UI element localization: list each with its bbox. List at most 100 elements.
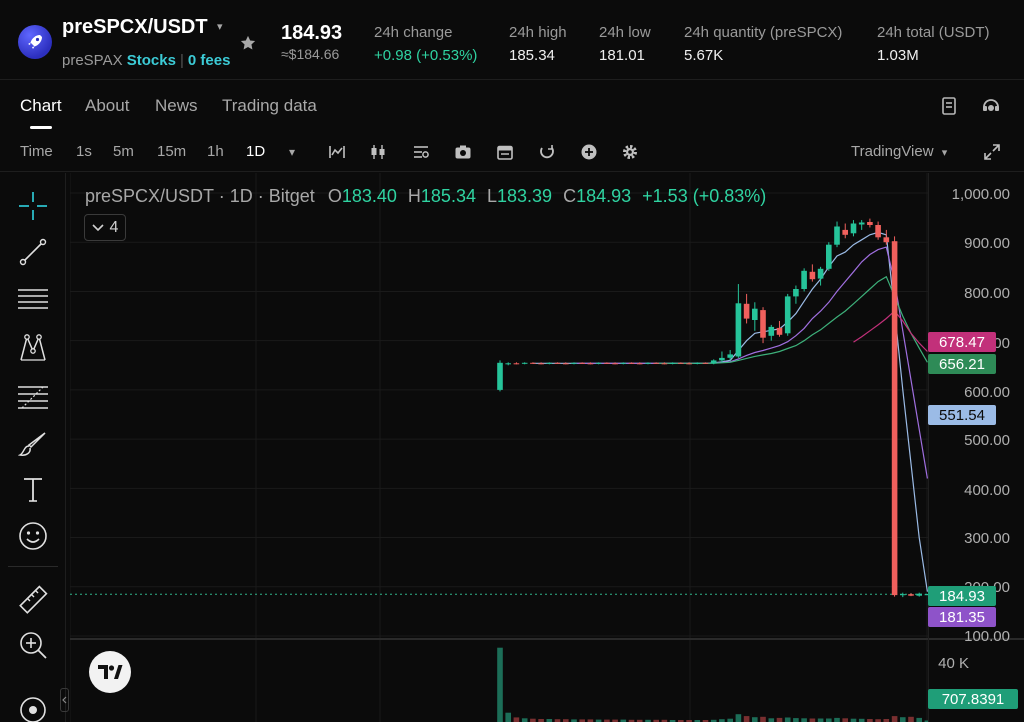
gear-icon[interactable] [621, 143, 639, 161]
calendar-icon[interactable] [496, 143, 514, 161]
chevron-down-icon: ▾ [941, 147, 948, 159]
price-chart[interactable] [70, 173, 928, 638]
ma-price-tag: 678.47 [928, 332, 996, 352]
volume-bar [817, 718, 824, 722]
stat-label: 24h change [374, 24, 453, 41]
trendline-tool[interactable] [16, 235, 50, 269]
candle-body [752, 308, 758, 320]
candle-body [793, 289, 799, 297]
fullscreen-icon[interactable] [983, 143, 1001, 161]
candle-body [776, 327, 783, 335]
notebook-icon[interactable] [941, 97, 957, 115]
stat-value: 185.34 [509, 47, 555, 64]
candle-body [875, 225, 881, 238]
ma-price-tag: 551.54 [928, 405, 996, 425]
candle [571, 362, 577, 365]
volume-pane[interactable] [70, 640, 928, 722]
candle [579, 362, 585, 364]
stat-24h-high: 24h high 185.34 [509, 24, 567, 64]
support-agent-icon[interactable] [981, 96, 1001, 116]
candle [760, 307, 766, 344]
tab-about[interactable]: About [85, 96, 129, 116]
candle-body [908, 594, 914, 596]
legend-low: 183.39 [497, 186, 553, 206]
tradingview-logo[interactable] [89, 651, 131, 693]
section-tabs: Chart About News Trading data [0, 80, 1024, 132]
token-logo [18, 25, 52, 59]
pair-dropdown-icon[interactable]: ▾ [217, 20, 223, 33]
interval-5m[interactable]: 5m [113, 143, 134, 160]
candle [538, 362, 544, 365]
text-tool[interactable] [16, 473, 50, 507]
candle-body [669, 362, 676, 364]
candle [916, 592, 922, 597]
interval-time[interactable]: Time [20, 143, 53, 160]
toolbar-divider [8, 566, 58, 567]
candle-body [900, 594, 906, 596]
magnet-tool[interactable] [16, 693, 50, 722]
ma-price-tag: 181.35 [928, 607, 996, 627]
candle-body [727, 354, 733, 358]
add-icon[interactable] [580, 143, 598, 161]
favorite-star-icon[interactable] [239, 34, 257, 52]
moving-average-line [656, 275, 928, 364]
legend-close: 184.93 [576, 186, 632, 206]
candle [563, 362, 569, 365]
ruler-tool[interactable] [16, 583, 50, 617]
interval-1d[interactable]: 1D [246, 143, 265, 160]
horizontal-lines-icon [18, 289, 48, 309]
stat-label: 24h low [599, 24, 651, 41]
candle [735, 284, 742, 358]
volume-bar [743, 716, 750, 722]
interval-15m[interactable]: 15m [157, 143, 186, 160]
stat-24h-total: 24h total (USDT) 1.03M [877, 24, 990, 64]
stat-24h-quantity: 24h quantity (preSPCX) 5.67K [684, 24, 842, 64]
fib-tool[interactable] [16, 379, 50, 413]
candle [612, 362, 618, 365]
interval-1s[interactable]: 1s [76, 143, 92, 160]
interval-dropdown-icon[interactable]: ▾ [289, 145, 295, 159]
fees-tag[interactable]: 0 fees [188, 52, 231, 69]
stat-value: 181.01 [599, 47, 645, 64]
candle [653, 362, 659, 364]
crosshair-tool[interactable] [16, 189, 50, 223]
pattern-tool[interactable] [16, 331, 50, 365]
emoji-tool[interactable] [16, 519, 50, 553]
volume-tick: 40 K [938, 655, 969, 672]
candle-body [760, 310, 766, 338]
indicator-icon[interactable] [328, 143, 346, 161]
replay-icon[interactable] [538, 143, 556, 161]
trendline-icon [19, 238, 47, 266]
candle-body [661, 363, 668, 365]
horizontal-lines-tool[interactable] [16, 283, 50, 317]
candle-type-icon[interactable] [369, 143, 387, 161]
candle [776, 320, 783, 337]
pair-name[interactable]: preSPCX/USDT [62, 16, 208, 39]
pane-collapse-handle[interactable] [60, 688, 69, 712]
tab-trading-data[interactable]: Trading data [222, 96, 317, 116]
candle [604, 362, 610, 364]
candle [587, 362, 594, 365]
indicators-toggle-button[interactable]: 4 [84, 214, 126, 241]
candle-body [587, 363, 594, 365]
candle [678, 362, 684, 364]
camera-icon[interactable] [454, 143, 472, 161]
volume-chart [70, 640, 928, 722]
category-tag[interactable]: Stocks [127, 52, 176, 69]
volume-bar [521, 718, 528, 722]
price-axis[interactable]: 1,000.00 900.00 800.00 700.00 600.00 500… [928, 173, 1024, 722]
tab-news[interactable]: News [155, 96, 198, 116]
settings-list-icon[interactable] [412, 143, 430, 161]
ruler-icon [19, 585, 48, 614]
legend-low-label: L [486, 186, 497, 206]
price-chart-pane[interactable] [70, 173, 928, 638]
stat-24h-low: 24h low 181.01 [599, 24, 651, 64]
candle-body [834, 226, 840, 245]
legend-open: 183.40 [341, 186, 397, 206]
interval-1h[interactable]: 1h [207, 143, 224, 160]
zoom-in-tool[interactable] [16, 628, 50, 662]
candle-body [858, 222, 865, 225]
chart-provider-select[interactable]: TradingView ▾ [851, 143, 947, 160]
tab-chart[interactable]: Chart [20, 96, 62, 116]
brush-tool[interactable] [16, 427, 50, 461]
